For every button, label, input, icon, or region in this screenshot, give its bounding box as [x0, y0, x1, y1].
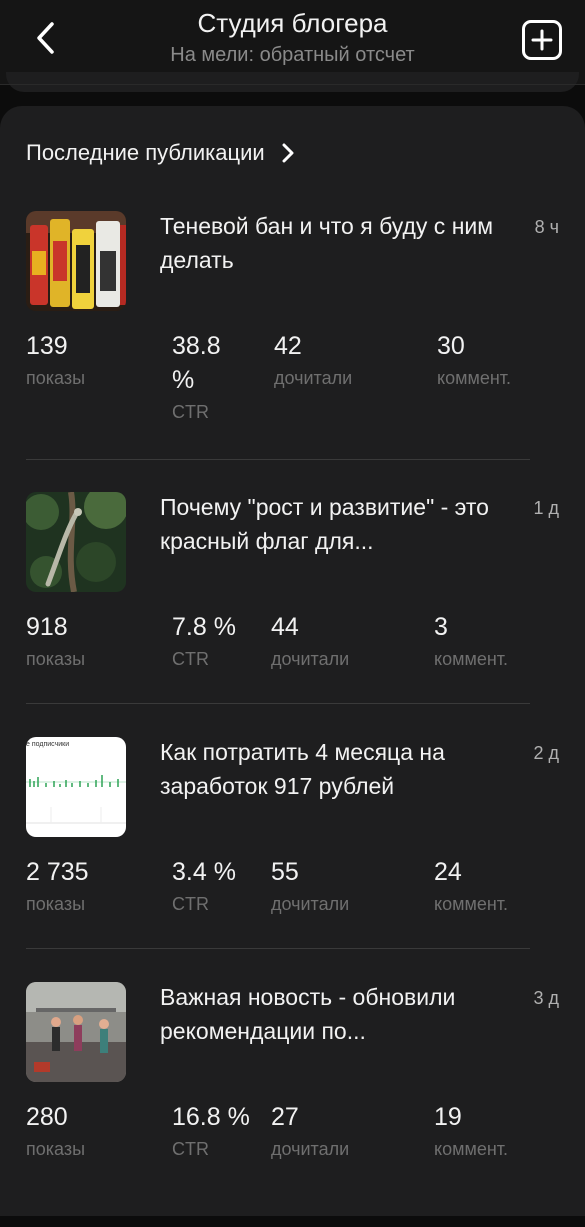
- ctr-label: CTR: [172, 894, 209, 914]
- add-publication-button[interactable]: [522, 20, 562, 60]
- previous-card-edge: [6, 72, 579, 92]
- read-stat: 55 дочитали: [271, 855, 349, 919]
- comments-label: коммент.: [434, 649, 509, 669]
- plus-icon: [531, 29, 553, 51]
- energy-drink-cans-image[interactable]: [26, 211, 126, 311]
- views-value: 918: [26, 613, 68, 641]
- subscribers-chart-image[interactable]: е подписчики: [26, 737, 126, 837]
- ctr-value: 16.8 %: [172, 1103, 250, 1131]
- views-stat: 2 735 показы: [26, 855, 89, 919]
- comments-stat: 19 коммент.: [434, 1100, 508, 1164]
- comments-value: 19: [434, 1103, 462, 1131]
- read-label: дочитали: [274, 368, 353, 388]
- comments-value: 30: [437, 332, 465, 360]
- recent-publications-link[interactable]: Последние публикации: [26, 140, 295, 166]
- read-value: 42: [274, 332, 302, 360]
- publication-item[interactable]: Почему "рост и развитие" - это красный ф…: [0, 492, 585, 737]
- ctr-stat: 3.4 % CTR: [172, 855, 236, 919]
- page-subtitle: На мели: обратный отсчет: [170, 44, 415, 66]
- comments-label: коммент.: [437, 368, 512, 388]
- comments-label: коммент.: [434, 1139, 509, 1159]
- header-divider: [0, 84, 585, 85]
- publication-title[interactable]: Почему "рост и развитие" - это красный ф…: [160, 490, 500, 558]
- publication-time: 8 ч: [534, 217, 559, 237]
- comments-value: 24: [434, 858, 462, 886]
- publication-time: 1 д: [533, 498, 559, 518]
- ctr-label: CTR: [172, 1139, 209, 1159]
- page-title: Студия блогера: [197, 8, 388, 38]
- read-value: 27: [271, 1103, 299, 1131]
- views-value: 280: [26, 1103, 68, 1131]
- read-value: 55: [271, 858, 299, 886]
- lizard-on-tree-image[interactable]: [26, 492, 126, 592]
- ctr-value: 38.8: [172, 332, 221, 360]
- ctr-label: CTR: [172, 402, 209, 422]
- views-label: показы: [26, 1139, 86, 1159]
- ctr-stat: 7.8 % CTR: [172, 610, 236, 674]
- ctr-label: CTR: [172, 649, 209, 669]
- comments-stat: 3 коммент.: [434, 610, 508, 674]
- comments-stat: 24 коммент.: [434, 855, 508, 919]
- publication-title[interactable]: Как потратить 4 месяца на заработок 917 …: [160, 735, 500, 803]
- views-value: 139: [26, 332, 68, 360]
- read-stat: 44 дочитали: [271, 610, 349, 674]
- divider: [26, 459, 530, 460]
- ctr-value: 3.4 %: [172, 858, 236, 886]
- views-stat: 918 показы: [26, 610, 85, 674]
- views-stat: 280 показы: [26, 1100, 85, 1164]
- publication-time: 2 д: [533, 743, 559, 763]
- views-stat: 139 показы: [26, 329, 85, 393]
- publication-time: 3 д: [533, 988, 559, 1008]
- read-stat: 27 дочитали: [271, 1100, 349, 1164]
- read-stat: 42 дочитали: [274, 329, 352, 393]
- section-title: Последние публикации: [26, 140, 265, 165]
- read-value: 44: [271, 613, 299, 641]
- read-label: дочитали: [271, 894, 350, 914]
- publication-title[interactable]: Важная новость - обновили рекомендации п…: [160, 980, 500, 1048]
- publication-item[interactable]: Теневой бан и что я буду с ним делать 8 …: [0, 211, 585, 456]
- ctr-value: 7.8 %: [172, 613, 236, 641]
- divider: [26, 703, 530, 704]
- views-label: показы: [26, 649, 86, 669]
- ctr-stat: 16.8 % CTR: [172, 1100, 250, 1164]
- ctr-stat: 38.8 % CTR: [172, 329, 221, 427]
- read-label: дочитали: [271, 649, 350, 669]
- read-label: дочитали: [271, 1139, 350, 1159]
- views-value: 2 735: [26, 858, 89, 886]
- publication-item[interactable]: е подписчики Как потратить 4 месяца на з…: [0, 737, 585, 982]
- views-label: показы: [26, 894, 86, 914]
- comments-stat: 30 коммент.: [437, 329, 511, 393]
- comments-value: 3: [434, 613, 448, 641]
- publication-item[interactable]: Важная новость - обновили рекомендации п…: [0, 982, 585, 1227]
- gym-people-image[interactable]: [26, 982, 126, 1082]
- views-label: показы: [26, 368, 86, 388]
- ctr-unit: %: [172, 366, 195, 394]
- publication-title[interactable]: Теневой бан и что я буду с ним делать: [160, 209, 500, 277]
- chevron-right-icon: [282, 143, 294, 163]
- divider: [26, 948, 530, 949]
- comments-label: коммент.: [434, 894, 509, 914]
